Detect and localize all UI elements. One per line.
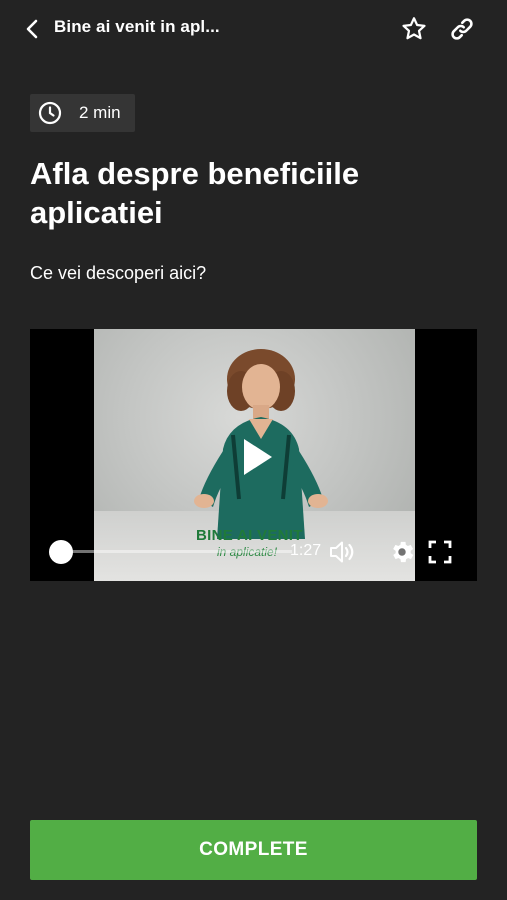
header-title: Bine ai venit in apl... [54, 17, 220, 36]
link-icon [451, 18, 473, 40]
star-outline-icon [402, 17, 426, 40]
video-progress-thumb[interactable] [49, 540, 73, 564]
chevron-left-icon [26, 19, 38, 39]
favorite-button[interactable] [398, 14, 430, 44]
play-icon[interactable] [240, 437, 274, 477]
volume-icon[interactable] [328, 538, 356, 566]
app-header: Bine ai venit in apl... [0, 0, 507, 58]
back-button[interactable] [18, 14, 46, 44]
fullscreen-icon[interactable] [427, 539, 453, 565]
gear-icon[interactable] [388, 538, 416, 566]
video-progress-track[interactable] [62, 550, 292, 553]
share-link-button[interactable] [446, 14, 478, 44]
duration-badge: 2 min [30, 94, 135, 132]
lesson-subtitle: Ce vei descoperi aici? [30, 263, 207, 283]
complete-button[interactable]: COMPLETE [30, 820, 477, 880]
video-time: 1:27 [290, 542, 322, 559]
video-caption-title: BINE AI VENIT [196, 527, 303, 544]
duration-text: 2 min [79, 103, 121, 122]
lesson-title: Afla despre beneficiile aplicatiei [30, 156, 360, 230]
clock-icon [38, 101, 62, 125]
video-player[interactable]: BINE AI VENIT in aplicatie! 1:27 [30, 329, 477, 581]
